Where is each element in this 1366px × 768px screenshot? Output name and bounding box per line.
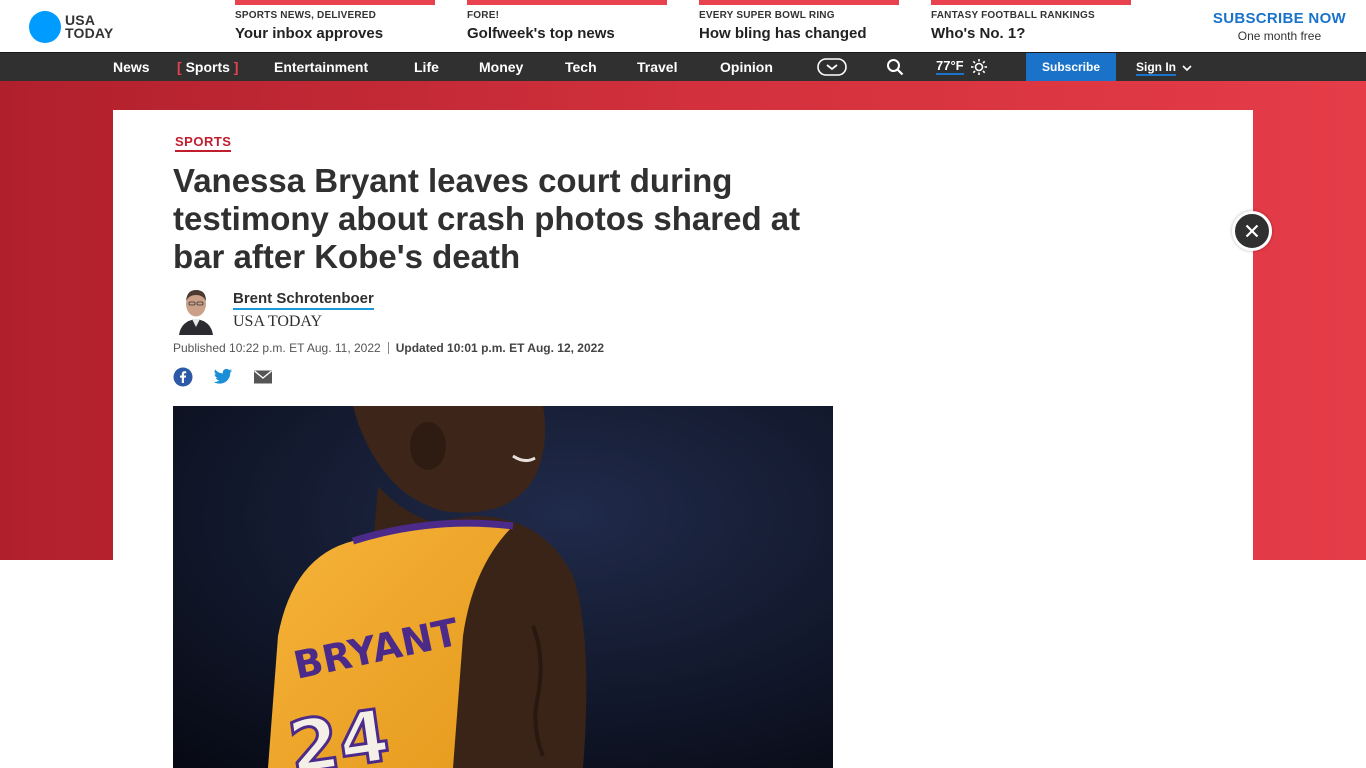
promo-headline: Your inbox approves — [235, 25, 384, 42]
sign-in-button[interactable]: Sign In — [1136, 53, 1192, 81]
usa-today-logo[interactable]: USA TODAY — [29, 11, 113, 43]
subscribe-now-title: SUBSCRIBE NOW — [1212, 10, 1346, 27]
promo-kicker: FORE! — [467, 10, 500, 21]
subscribe-button[interactable]: Subscribe — [1026, 53, 1116, 81]
promo-headline: How bling has changed — [699, 25, 867, 42]
email-icon[interactable] — [253, 367, 273, 387]
logo-dot — [29, 11, 61, 43]
nav-item-sports[interactable]: [ Sports ] — [177, 53, 238, 81]
author-name-link[interactable]: Brent Schrotenboer — [233, 290, 374, 310]
author-org: USA TODAY — [233, 313, 323, 330]
apps-icon[interactable] — [817, 53, 847, 81]
promo-kicker: FANTASY FOOTBALL RANKINGS — [931, 10, 1095, 21]
article-dates: Published 10:22 p.m. ET Aug. 11, 2022 Upd… — [173, 341, 604, 355]
article-lead-photo[interactable]: BRYANT 24 — [173, 406, 833, 768]
updated-date: Updated 10:01 p.m. ET Aug. 12, 2022 — [395, 341, 604, 355]
twitter-icon[interactable] — [213, 367, 233, 387]
published-date: Published 10:22 p.m. ET Aug. 11, 2022 — [173, 341, 381, 355]
nav-item-tech[interactable]: Tech — [565, 53, 597, 81]
subscribe-now-promo[interactable]: SUBSCRIBE NOW One month free — [1213, 10, 1346, 43]
search-icon[interactable] — [886, 53, 904, 81]
promo-kicker: EVERY SUPER BOWL RING — [699, 10, 835, 21]
nav-item-life[interactable]: Life — [414, 53, 439, 81]
top-bar: USA TODAY SPORTS NEWS, DELIVERED Your in… — [0, 0, 1366, 52]
main-nav: News [ Sports ] Entertainment Life Money… — [0, 52, 1366, 81]
section-label[interactable]: SPORTS — [175, 134, 232, 152]
nav-item-entertainment[interactable]: Entertainment — [274, 53, 368, 81]
author-avatar — [177, 285, 215, 335]
nav-item-opinion[interactable]: Opinion — [720, 53, 773, 81]
close-icon — [1245, 224, 1259, 238]
promo-3[interactable]: EVERY SUPER BOWL RING How bling has chan… — [699, 0, 899, 52]
logo-line2: TODAY — [65, 25, 114, 41]
sun-icon — [970, 58, 988, 76]
promo-kicker: SPORTS NEWS, DELIVERED — [235, 10, 377, 21]
svg-text:24: 24 — [283, 693, 394, 768]
close-button[interactable] — [1232, 211, 1272, 251]
subscribe-now-subtitle: One month free — [1237, 29, 1322, 43]
chevron-down-icon — [1182, 54, 1192, 82]
promo-headline: Who's No. 1? — [931, 25, 1026, 42]
weather-temp: 77°F — [936, 58, 964, 75]
promo-headline: Golfweek's top news — [467, 25, 615, 42]
promo-4[interactable]: FANTASY FOOTBALL RANKINGS Who's No. 1? — [931, 0, 1131, 52]
facebook-icon[interactable] — [173, 367, 193, 387]
article-title: Vanessa Bryant leaves court during testi… — [173, 162, 801, 275]
nav-item-news[interactable]: News — [113, 53, 150, 81]
promo-1[interactable]: SPORTS NEWS, DELIVERED Your inbox approv… — [235, 0, 435, 52]
share-buttons — [173, 367, 273, 387]
article-card: SPORTS Vanessa Bryant leaves court durin… — [113, 110, 1253, 768]
nav-item-travel[interactable]: Travel — [637, 53, 677, 81]
promo-2[interactable]: FORE! Golfweek's top news — [467, 0, 667, 52]
weather-widget[interactable]: 77°F — [936, 53, 988, 81]
nav-item-money[interactable]: Money — [479, 53, 523, 81]
